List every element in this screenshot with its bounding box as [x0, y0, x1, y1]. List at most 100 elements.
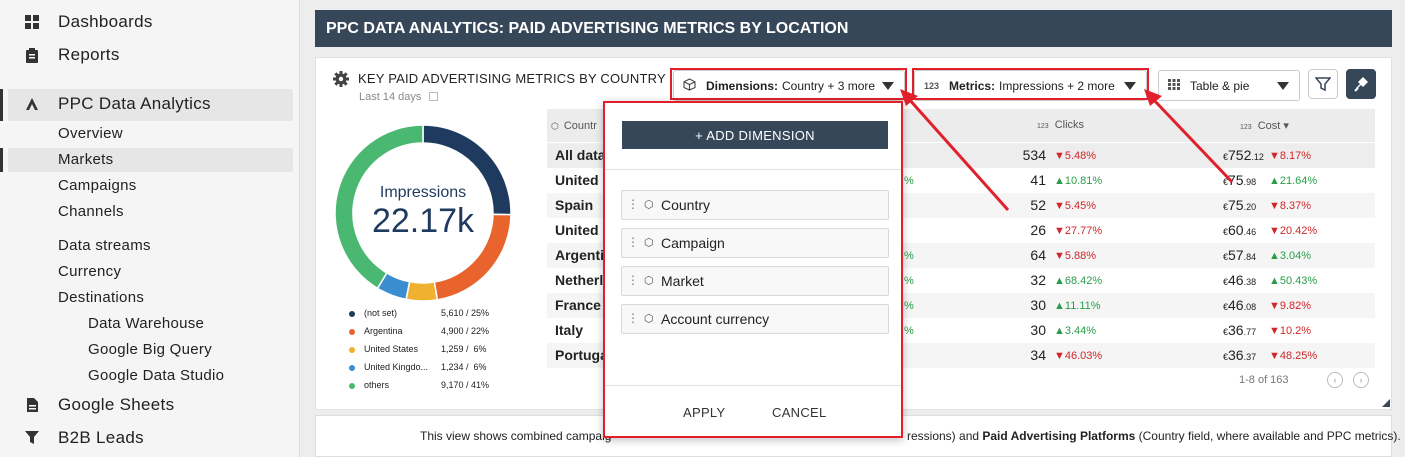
cost-integer: 46 [1228, 272, 1244, 288]
legend-swatch [349, 347, 355, 353]
cost-cell: €75.98 [1223, 172, 1256, 188]
cost-cell: €60.46 [1223, 222, 1256, 238]
footer-text-right: ressions) and Paid Advertising Platforms… [907, 429, 1401, 443]
drag-handle-icon[interactable]: ⋮ [627, 235, 639, 249]
partial-cell: % [904, 175, 914, 187]
legend-name: United States [364, 344, 419, 354]
column-header-country[interactable]: ⬡ Countr [551, 120, 597, 132]
cost-delta: ▲3.04% [1269, 250, 1312, 262]
sidebar-sub-data-streams[interactable]: Data streams [58, 237, 151, 254]
sidebar-sub-overview[interactable]: Overview [58, 125, 123, 142]
next-page-button[interactable]: › [1353, 372, 1369, 388]
dimensions-highlight [670, 68, 907, 100]
drag-handle-icon[interactable]: ⋮ [627, 197, 639, 211]
sidebar-sub-currency[interactable]: Currency [58, 263, 121, 280]
resize-handle[interactable] [1382, 399, 1390, 407]
partial-cell: % [904, 325, 914, 337]
cancel-button[interactable]: CANCEL [772, 405, 827, 420]
sheet-icon [24, 397, 40, 413]
legend-item: United States 1,259 / 6% [345, 344, 505, 356]
legend-value: 1,259 / 6% [441, 344, 487, 354]
clicks-delta: ▲68.42% [1054, 275, 1103, 287]
cost-delta: ▼9.82% [1269, 300, 1312, 312]
cost-cell: €46.38 [1223, 272, 1256, 288]
drag-handle-icon[interactable]: ⋮ [627, 311, 639, 325]
cost-delta: ▼8.17% [1269, 150, 1312, 162]
clicks-delta: ▲10.81% [1054, 175, 1103, 187]
country-cell: United [555, 222, 599, 238]
cost-delta: ▼48.25% [1269, 350, 1318, 362]
funnel-icon [24, 430, 40, 446]
cost-cell: €36.37 [1223, 347, 1256, 363]
drag-handle-icon[interactable]: ⋮ [627, 273, 639, 287]
sidebar-dest-data-warehouse[interactable]: Data Warehouse [88, 315, 204, 332]
legend-pct: / 6% [466, 344, 487, 354]
legend-count: 9,170 [441, 380, 464, 390]
dimension-item-campaign[interactable]: ⋮ ⬡ Campaign [621, 228, 889, 258]
active-item-indicator [0, 89, 3, 121]
add-dimension-button[interactable]: + ADD DIMENSION [622, 121, 888, 149]
donut-slice-united-states[interactable] [405, 280, 439, 302]
filter-icon [1315, 77, 1331, 92]
clicks-cell: 52 [1030, 197, 1046, 213]
legend-name: United Kingdo... [364, 362, 429, 372]
sidebar-sub-markets[interactable]: Markets [58, 151, 113, 168]
sidebar-dest-google-data-studio[interactable]: Google Data Studio [88, 367, 224, 384]
cost-cell: €57.84 [1223, 247, 1256, 263]
apply-button[interactable]: APPLY [683, 405, 725, 420]
cost-integer: 36 [1228, 347, 1244, 363]
filter-button[interactable] [1308, 69, 1338, 99]
legend-value: 9,170 / 41% [441, 380, 489, 390]
grid-icon [24, 14, 40, 30]
clicks-cell: 26 [1030, 222, 1046, 238]
legend-value: 4,900 / 22% [441, 326, 489, 336]
clicks-delta: ▼5.48% [1054, 150, 1097, 162]
clipboard-icon [24, 47, 40, 63]
cost-decimal: .37 [1243, 352, 1257, 362]
plug-icon [1354, 77, 1368, 92]
partial-cell: % [904, 250, 914, 262]
dimension-item-country[interactable]: ⋮ ⬡ Country [621, 190, 889, 220]
metrics-highlight [912, 68, 1149, 100]
sidebar-sub-channels[interactable]: Channels [58, 203, 124, 220]
footer-text-left: This view shows combined campaig [420, 429, 612, 443]
legend-value: 5,610 / 25% [441, 308, 489, 318]
cost-decimal: .46 [1243, 227, 1257, 237]
plug-button[interactable] [1346, 69, 1376, 99]
numeric-icon: 123 [1037, 123, 1049, 130]
partial-cell: % [904, 275, 914, 287]
cost-decimal: .77 [1243, 327, 1257, 337]
impressions-donut-chart: Impressions 22.17k [334, 124, 512, 302]
sidebar-item-label: PPC Data Analytics [58, 94, 211, 113]
cost-cell: €46.08 [1223, 297, 1256, 313]
cost-decimal: .98 [1243, 177, 1257, 187]
view-mode-dropdown[interactable]: Table & pie [1158, 70, 1300, 101]
dimension-name: Country [661, 197, 711, 213]
prev-page-button[interactable]: ‹ [1327, 372, 1343, 388]
cost-decimal: .12 [1251, 152, 1264, 162]
sidebar-sub-destinations[interactable]: Destinations [58, 289, 144, 306]
cube-icon: ⬡ [551, 121, 559, 131]
sidebar: Dashboards Reports PPC Data Analytics Ov… [0, 0, 300, 457]
legend-item: others 9,170 / 41% [345, 380, 505, 392]
dimension-item-account-currency[interactable]: ⋮ ⬡ Account currency [621, 304, 889, 334]
cost-integer: 57 [1228, 247, 1244, 263]
gear-icon[interactable] [333, 71, 349, 87]
sidebar-item-label: B2B Leads [58, 428, 144, 447]
partial-cell: % [904, 300, 914, 312]
sidebar-sub-campaigns[interactable]: Campaigns [58, 177, 137, 194]
dimension-item-market[interactable]: ⋮ ⬡ Market [621, 266, 889, 296]
divider [605, 385, 901, 386]
sidebar-item-label: Google Sheets [58, 395, 175, 414]
donut-metric-label: Impressions [380, 184, 466, 201]
legend-pct: / 22% [466, 326, 490, 336]
column-header-cost[interactable]: 123 Cost ▾ [1240, 119, 1289, 132]
country-cell: Netherl [555, 272, 604, 288]
date-range[interactable]: Last 14 days [359, 91, 439, 103]
cube-icon: ⬡ [644, 275, 654, 287]
cost-delta: ▲21.64% [1269, 175, 1318, 187]
cost-integer: 75 [1228, 197, 1244, 213]
clicks-cell: 41 [1030, 172, 1046, 188]
column-header-clicks[interactable]: 123 Clicks [1037, 119, 1084, 131]
sidebar-dest-google-big-query[interactable]: Google Big Query [88, 341, 212, 358]
